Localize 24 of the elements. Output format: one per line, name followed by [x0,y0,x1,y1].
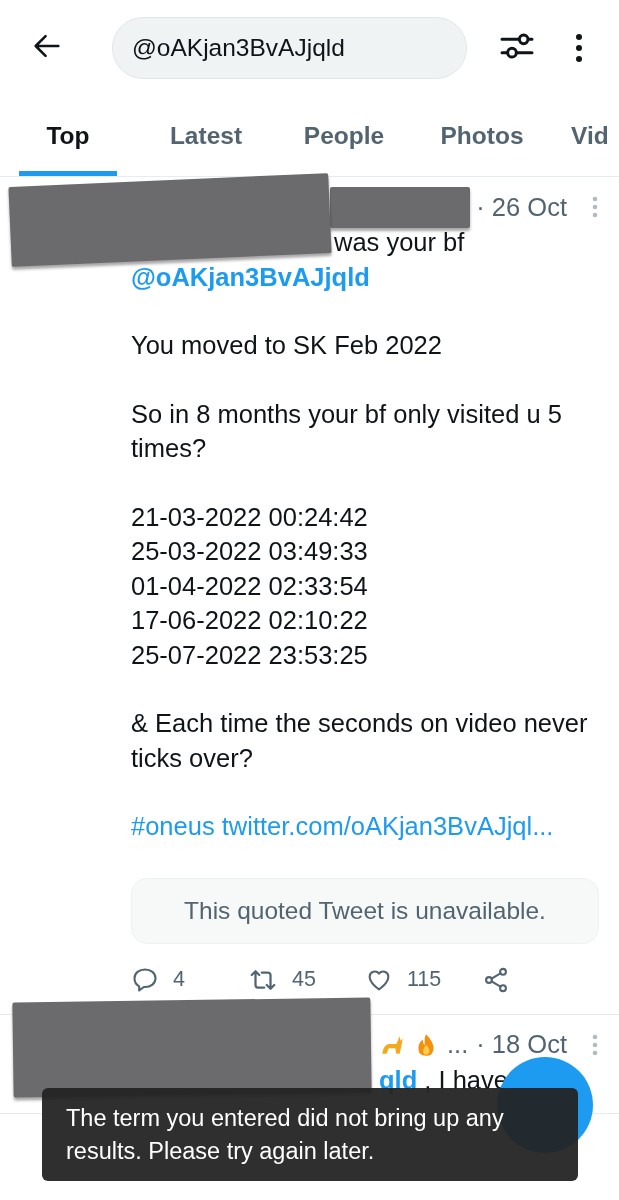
search-tab[interactable]: Photos [433,96,531,176]
like-count: 115 [407,967,442,992]
more-menu-icon[interactable] [575,33,583,63]
tweet-text: So in 8 months your bf only visited u 5 times? [131,399,562,462]
reply-count: 4 [173,967,185,992]
retweet-count: 45 [292,967,316,992]
tweet-date: · 26 Oct [476,192,567,222]
search-tab[interactable]: Latest [157,96,255,176]
search-tab[interactable]: People [295,96,393,176]
tweet-date: · 18 Oct [476,1030,567,1059]
search-tab[interactable]: Top [19,96,117,176]
tweet-text: 25-03-2022 03:49:33 [131,537,368,565]
share-icon[interactable] [482,965,510,994]
tweet-text: was your bf [334,228,465,256]
quoted-tweet-notice: This quoted Tweet is unavailable. [131,877,599,944]
tweet-text: 21-03-2022 00:24:42 [131,502,368,531]
tweet-text: You moved to SK Feb 2022 [131,331,442,359]
tweet-text: 01-04-2022 02:33:54 [131,571,368,600]
tweet-text: & Each time the seconds on video never ticks over? [131,709,588,772]
search-tab[interactable]: Vid [571,96,609,176]
search-field[interactable]: @oAKjan3BvAJjqld [112,17,467,79]
name-ellipsis: ... [447,1030,469,1059]
tweet-text: 17-06-2022 02:10:22 [131,606,368,634]
tweet-text: 25-07-2022 23:53:25 [131,640,368,669]
